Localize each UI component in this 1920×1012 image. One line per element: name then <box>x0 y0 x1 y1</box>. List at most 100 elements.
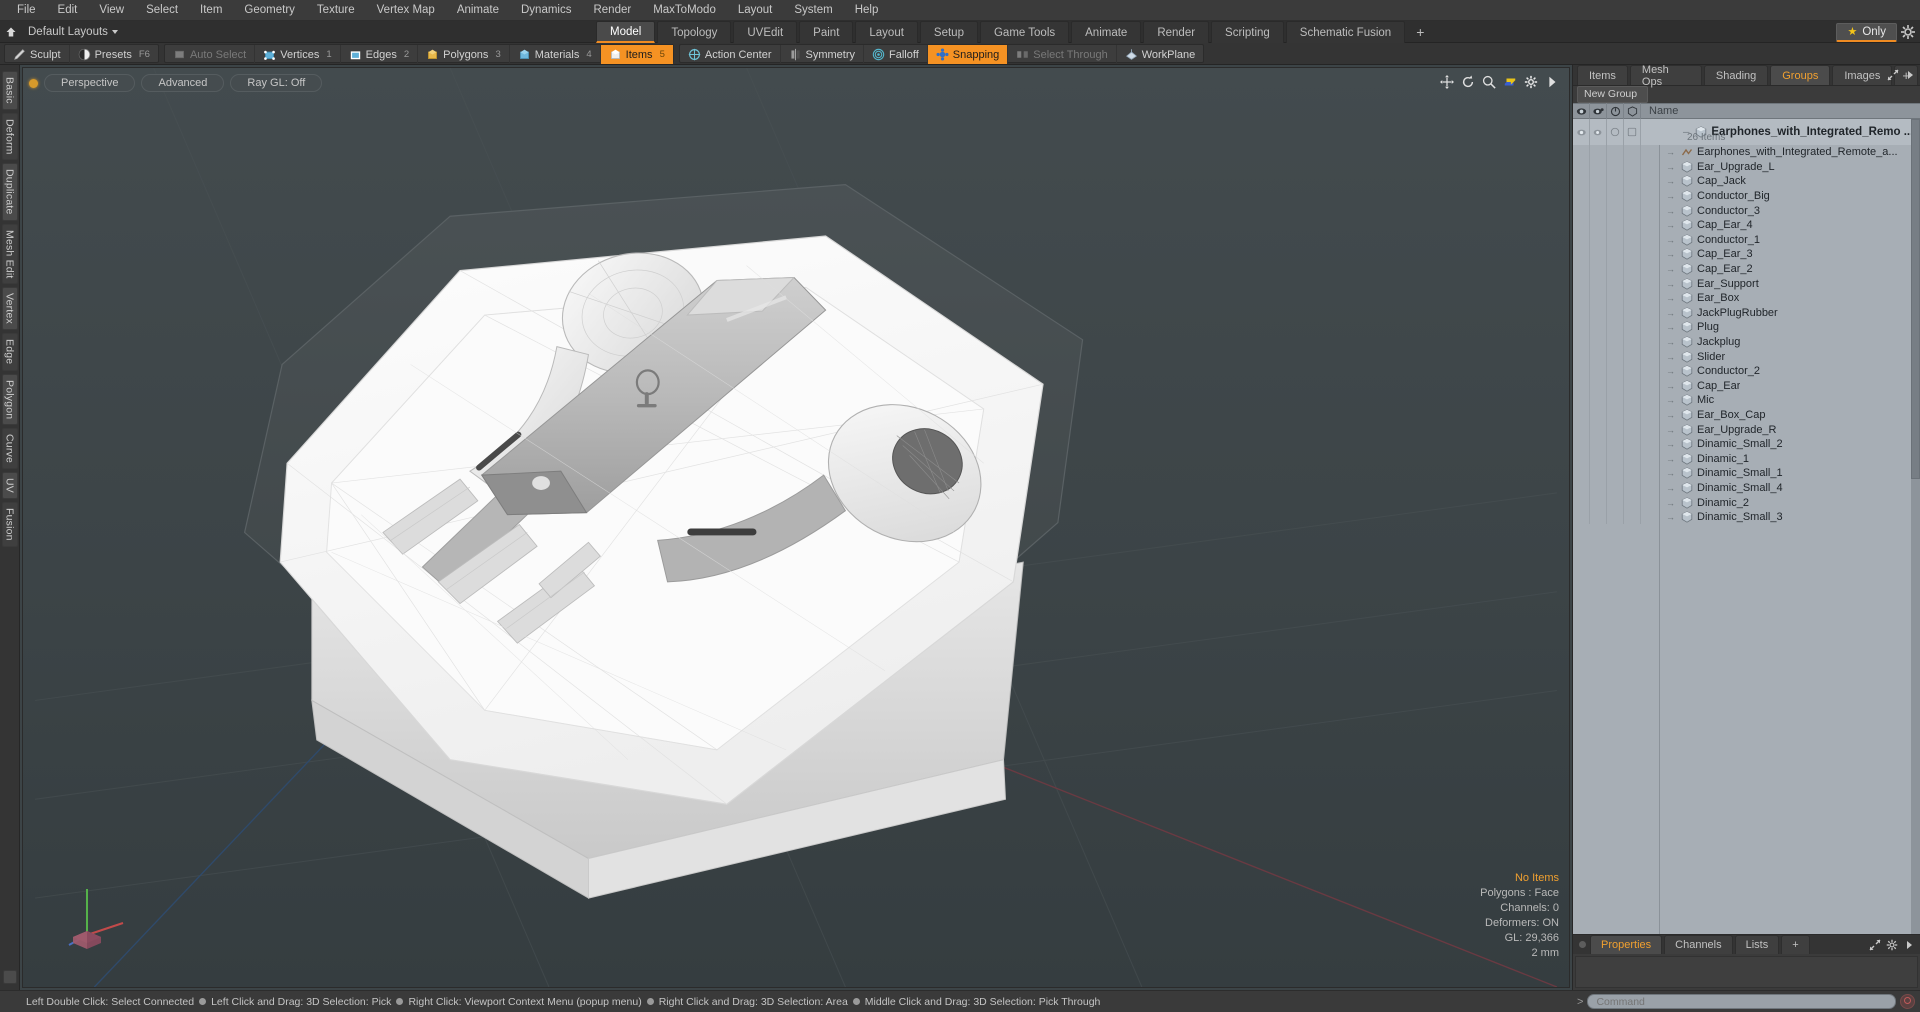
scrollbar-thumb[interactable] <box>1911 119 1920 479</box>
render-toggle[interactable] <box>1590 495 1607 510</box>
lock-icon[interactable] <box>1607 103 1624 119</box>
eye-toggle[interactable] <box>1573 495 1590 510</box>
lock-toggle[interactable] <box>1607 188 1624 204</box>
lock-toggle[interactable] <box>1607 378 1624 394</box>
eye-toggle[interactable] <box>1573 188 1590 204</box>
properties-tab-properties[interactable]: Properties <box>1590 935 1663 954</box>
lock-toggle[interactable] <box>1607 290 1624 306</box>
group-header-row[interactable]: ─ Earphones_with_Integrated_Remo ... 26 It… <box>1573 119 1920 145</box>
select-toggle[interactable] <box>1624 188 1641 204</box>
menu-item-geometry[interactable]: Geometry <box>233 0 306 21</box>
render-toggle[interactable] <box>1590 451 1607 467</box>
default-layouts-dropdown[interactable]: Default Layouts <box>22 26 124 38</box>
select-toggle[interactable] <box>1624 480 1641 496</box>
list-item[interactable]: → Ear_Box <box>1573 290 1920 306</box>
lock-toggle[interactable] <box>1607 466 1624 481</box>
menu-item-animate[interactable]: Animate <box>446 0 510 21</box>
eye-toggle[interactable] <box>1573 422 1590 437</box>
lock-toggle[interactable] <box>1607 334 1624 350</box>
toolbar-button-sculpt[interactable]: Sculpt <box>5 45 70 64</box>
menu-item-edit[interactable]: Edit <box>47 0 89 21</box>
render-toggle[interactable] <box>1590 422 1607 437</box>
eye-toggle[interactable] <box>1573 451 1590 467</box>
render-toggle[interactable] <box>1590 363 1607 379</box>
lock-toggle[interactable] <box>1607 276 1624 291</box>
eye-toggle[interactable] <box>1573 480 1590 496</box>
left-tab-duplicate[interactable]: Duplicate <box>1 163 18 221</box>
list-item[interactable]: → Dinamic_1 <box>1573 451 1920 467</box>
list-item[interactable]: → Cap_Jack <box>1573 174 1920 189</box>
list-item[interactable]: → Ear_Upgrade_R <box>1573 422 1920 437</box>
shading-mode-dropdown[interactable]: Advanced <box>141 74 225 92</box>
render-toggle[interactable] <box>1590 466 1607 481</box>
menu-item-item[interactable]: Item <box>189 0 233 21</box>
list-item[interactable]: → Plug <box>1573 320 1920 335</box>
layout-tab-setup[interactable]: Setup <box>919 21 978 43</box>
select-toggle[interactable] <box>1624 305 1641 321</box>
select-toggle[interactable] <box>1624 276 1641 291</box>
select-toggle[interactable] <box>1624 232 1641 248</box>
gear-icon[interactable] <box>1886 938 1898 956</box>
select-toggle[interactable] <box>1624 393 1641 408</box>
list-item[interactable]: → Earphones_with_Integrated_Remote_a... <box>1573 145 1920 160</box>
right-tab-images[interactable]: Images <box>1832 65 1893 85</box>
only-button[interactable]: ★ Only <box>1836 22 1897 42</box>
lock-toggle[interactable] <box>1607 480 1624 496</box>
menu-item-help[interactable]: Help <box>844 0 890 21</box>
layout-tab-model[interactable]: Model <box>596 21 656 43</box>
toolbar-button-snapping[interactable]: Snapping <box>927 45 1009 64</box>
list-item[interactable]: → Dinamic_Small_4 <box>1573 480 1920 496</box>
lock-toggle[interactable] <box>1607 217 1624 233</box>
layout-tab-topology[interactable]: Topology <box>657 21 732 43</box>
render-icon[interactable] <box>1590 103 1607 119</box>
menu-item-texture[interactable]: Texture <box>306 0 366 21</box>
list-item[interactable]: → Conductor_Big <box>1573 188 1920 204</box>
right-tab-mesh-ops[interactable]: Mesh Ops <box>1629 64 1702 88</box>
rotate-icon[interactable] <box>1461 75 1475 94</box>
render-toggle[interactable] <box>1590 509 1607 525</box>
left-tab-polygon[interactable]: Polygon <box>1 373 18 426</box>
menu-item-maxtomodo[interactable]: MaxToModo <box>642 0 727 21</box>
select-toggle[interactable] <box>1624 247 1641 262</box>
list-item[interactable]: → Conductor_3 <box>1573 203 1920 218</box>
render-toggle[interactable] <box>1590 145 1607 160</box>
right-tab-groups[interactable]: Groups <box>1770 65 1831 85</box>
render-toggle[interactable] <box>1590 436 1607 452</box>
toolbar-button-select-through[interactable]: Select Through <box>1008 45 1117 64</box>
lock-toggle[interactable] <box>1607 119 1624 145</box>
3d-viewport[interactable]: Perspective Advanced Ray GL: Off No Item… <box>22 67 1570 988</box>
zoom-icon[interactable] <box>1482 75 1496 94</box>
list-item[interactable]: → Ear_Box_Cap <box>1573 407 1920 423</box>
select-toggle[interactable] <box>1624 466 1641 481</box>
flip-icon[interactable] <box>1503 75 1517 94</box>
select-toggle[interactable] <box>1624 203 1641 218</box>
select-toggle[interactable] <box>1624 495 1641 510</box>
menu-item-view[interactable]: View <box>88 0 135 21</box>
right-tab-items[interactable]: Items <box>1577 65 1628 85</box>
lock-toggle[interactable] <box>1607 436 1624 452</box>
lock-toggle[interactable] <box>1607 174 1624 189</box>
eye-toggle[interactable] <box>1573 378 1590 394</box>
eye-toggle[interactable] <box>1573 334 1590 350</box>
select-toggle[interactable] <box>1624 261 1641 277</box>
layout-tab-scripting[interactable]: Scripting <box>1211 21 1284 43</box>
select-toggle[interactable] <box>1624 407 1641 423</box>
toolbar-button-falloff[interactable]: Falloff <box>864 45 928 64</box>
record-icon[interactable] <box>1900 994 1915 1009</box>
toolbar-button-auto-select[interactable]: Auto Select <box>165 45 256 64</box>
eye-toggle[interactable] <box>1573 466 1590 481</box>
home-icon[interactable] <box>0 22 22 42</box>
layout-tab-uvedit[interactable]: UVEdit <box>733 21 798 43</box>
lock-toggle[interactable] <box>1607 247 1624 262</box>
list-item[interactable]: → Cap_Ear_2 <box>1573 261 1920 277</box>
layout-tab-render[interactable]: Render <box>1143 21 1210 43</box>
select-toggle[interactable] <box>1624 451 1641 467</box>
gear-icon[interactable] <box>1900 24 1916 40</box>
toolbar-button-polygons[interactable]: Polygons 3 <box>418 45 510 64</box>
lock-toggle[interactable] <box>1607 203 1624 218</box>
view-type-dropdown[interactable]: Perspective <box>44 74 136 92</box>
eye-toggle[interactable] <box>1573 145 1590 160</box>
chevron-right-icon[interactable] <box>1545 75 1559 94</box>
expand-icon[interactable] <box>1869 938 1881 956</box>
left-tab-fusion[interactable]: Fusion <box>1 502 18 547</box>
